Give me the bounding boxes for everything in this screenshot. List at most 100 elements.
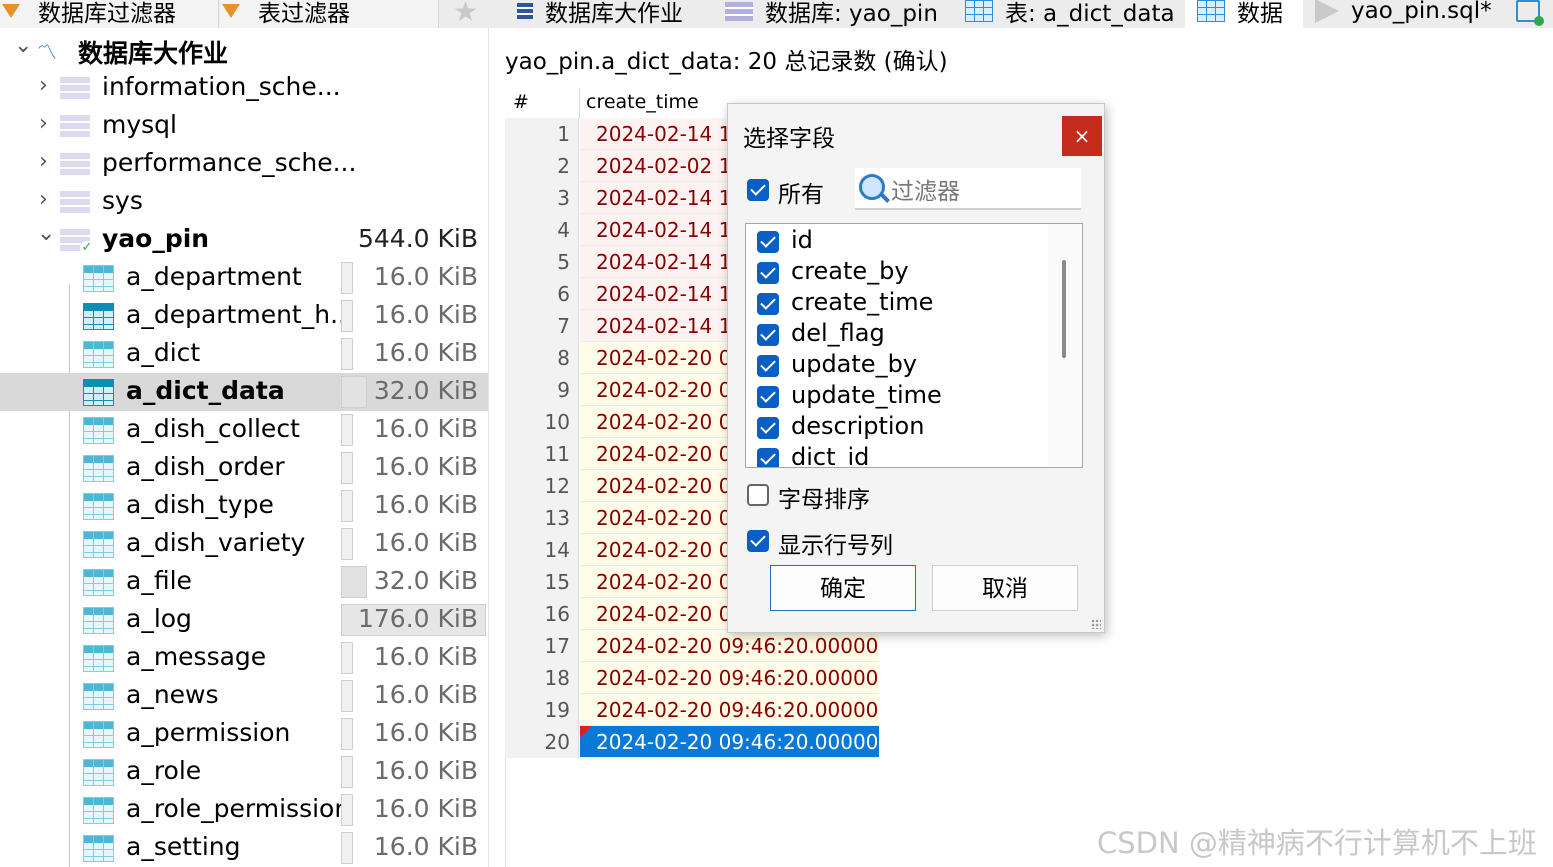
- field-checkbox[interactable]: [757, 324, 779, 346]
- field-checkbox[interactable]: [757, 293, 779, 315]
- tree-table-item[interactable]: a_department_h... 16.0 KiB: [0, 297, 488, 335]
- alpha-sort-checkbox[interactable]: [747, 484, 769, 506]
- tab-table-filter[interactable]: 表过滤器: [220, 0, 439, 28]
- field-item[interactable]: update_by: [746, 350, 1046, 382]
- tab-db-filter[interactable]: 数据库过滤器: [0, 0, 219, 28]
- row-number[interactable]: 18: [505, 662, 579, 694]
- tree-table-item[interactable]: a_message 16.0 KiB: [0, 639, 488, 677]
- tree-table-item[interactable]: a_file 32.0 KiB: [0, 563, 488, 601]
- table-size: 16.0 KiB: [373, 490, 478, 519]
- cell-create-time[interactable]: 2024-02-20 09:46:20.000000: [580, 694, 879, 726]
- tree-db-mysql[interactable]: › mysql: [0, 107, 488, 145]
- watermark: CSDN @精神病不行计算机不上班: [1097, 826, 1537, 860]
- tree-db-yao-pin[interactable]: ⌄ ✓ yao_pin 544.0 KiB: [0, 221, 488, 259]
- row-number[interactable]: 15: [505, 566, 579, 598]
- chevron-down-icon[interactable]: ⌄: [14, 33, 32, 58]
- show-rownum-checkbox[interactable]: [747, 530, 769, 552]
- field-item[interactable]: update_time: [746, 381, 1046, 413]
- tree-table-item[interactable]: a_dish_order 16.0 KiB: [0, 449, 488, 487]
- all-checkbox[interactable]: [747, 179, 769, 201]
- scrollbar-thumb[interactable]: [1062, 260, 1066, 358]
- chevron-right-icon[interactable]: ›: [39, 111, 48, 136]
- row-number[interactable]: 20: [505, 726, 579, 758]
- chevron-right-icon[interactable]: ›: [39, 73, 48, 98]
- row-number[interactable]: 1: [505, 118, 579, 150]
- favorites-button[interactable]: ★: [440, 0, 496, 28]
- ok-button[interactable]: 确定: [770, 565, 916, 611]
- row-number[interactable]: 12: [505, 470, 579, 502]
- column-header-rownum[interactable]: #: [513, 91, 529, 113]
- field-item[interactable]: create_time: [746, 288, 1046, 320]
- row-number[interactable]: 16: [505, 598, 579, 630]
- table-icon: [83, 835, 114, 862]
- column-separator[interactable]: [579, 88, 580, 118]
- field-checkbox[interactable]: [757, 386, 779, 408]
- tree-table-item[interactable]: a_news 16.0 KiB: [0, 677, 488, 715]
- cell-value: 2024-02-20 09:46:20.000000: [596, 666, 879, 690]
- row-number[interactable]: 3: [505, 182, 579, 214]
- tree-table-item[interactable]: a_dict 16.0 KiB: [0, 335, 488, 373]
- row-number[interactable]: 8: [505, 342, 579, 374]
- tree-table-item[interactable]: a_role_permission 16.0 KiB: [0, 791, 488, 829]
- field-checkbox[interactable]: [757, 448, 779, 467]
- row-number[interactable]: 13: [505, 502, 579, 534]
- tree-db-performance-schema[interactable]: › performance_sche...: [0, 145, 488, 183]
- tree-table-item[interactable]: a_dish_collect 16.0 KiB: [0, 411, 488, 449]
- row-number[interactable]: 7: [505, 310, 579, 342]
- field-checkbox[interactable]: [757, 262, 779, 284]
- row-number[interactable]: 9: [505, 374, 579, 406]
- field-list[interactable]: id create_by create_time del_flag update_by u…: [745, 223, 1083, 468]
- row-number[interactable]: 5: [505, 246, 579, 278]
- tree-db-sys[interactable]: › sys: [0, 183, 488, 221]
- tree-db-information-schema[interactable]: › information_sche...: [0, 69, 488, 107]
- field-item[interactable]: del_flag: [746, 319, 1046, 351]
- tab-table[interactable]: 表: a_dict_data: [953, 0, 1183, 28]
- field-checkbox[interactable]: [757, 231, 779, 253]
- tree-table-item[interactable]: a_permission 16.0 KiB: [0, 715, 488, 753]
- new-tab-button[interactable]: [1508, 0, 1553, 28]
- field-list-scrollbar[interactable]: [1048, 224, 1082, 467]
- chevron-down-icon[interactable]: ⌄: [37, 221, 55, 246]
- row-number[interactable]: 6: [505, 278, 579, 310]
- tab-project[interactable]: 数据库大作业: [503, 0, 711, 28]
- tree-root[interactable]: ⌄ 〽 数据库大作业: [0, 31, 488, 69]
- tab-database[interactable]: 数据库: yao_pin: [713, 0, 951, 28]
- field-item[interactable]: description: [746, 412, 1046, 444]
- table-row[interactable]: 19 2024-02-20 09:46:20.000000: [505, 694, 879, 726]
- cell-create-time[interactable]: 2024-02-20 09:46:20.000000: [580, 662, 879, 694]
- filter-input[interactable]: 过滤器: [855, 168, 1081, 210]
- table-row[interactable]: 17 2024-02-20 09:46:20.000000: [505, 630, 879, 662]
- cancel-button[interactable]: 取消: [932, 565, 1078, 611]
- column-header-create-time[interactable]: create_time: [586, 91, 699, 113]
- cell-create-time[interactable]: 2024-02-20 09:46:20.000000: [580, 630, 879, 662]
- row-number[interactable]: 19: [505, 694, 579, 726]
- tree-table-item[interactable]: a_setting 16.0 KiB: [0, 829, 488, 867]
- tree-table-item[interactable]: a_dict_data 32.0 KiB: [0, 373, 488, 411]
- field-checkbox[interactable]: [757, 417, 779, 439]
- tree-table-item[interactable]: a_department 16.0 KiB: [0, 259, 488, 297]
- field-label: create_time: [791, 288, 934, 316]
- row-number[interactable]: 4: [505, 214, 579, 246]
- table-row[interactable]: 18 2024-02-20 09:46:20.000000: [505, 662, 879, 694]
- tab-data[interactable]: 数据: [1185, 0, 1303, 28]
- row-number[interactable]: 11: [505, 438, 579, 470]
- row-number[interactable]: 17: [505, 630, 579, 662]
- close-button[interactable]: ×: [1062, 116, 1102, 156]
- resize-grip[interactable]: [1091, 619, 1101, 629]
- chevron-right-icon[interactable]: ›: [39, 187, 48, 212]
- table-row[interactable]: 20 2024-02-20 09:46:20.000000: [505, 726, 879, 758]
- field-item[interactable]: id: [746, 226, 1046, 258]
- chevron-right-icon[interactable]: ›: [39, 149, 48, 174]
- row-number[interactable]: 14: [505, 534, 579, 566]
- cell-create-time[interactable]: 2024-02-20 09:46:20.000000: [580, 726, 879, 758]
- tree-table-item[interactable]: a_dish_variety 16.0 KiB: [0, 525, 488, 563]
- tab-query[interactable]: yao_pin.sql*: [1305, 0, 1505, 28]
- row-number[interactable]: 10: [505, 406, 579, 438]
- tree-table-item[interactable]: a_log 176.0 KiB: [0, 601, 488, 639]
- row-number[interactable]: 2: [505, 150, 579, 182]
- field-item[interactable]: dict_id: [746, 443, 1046, 467]
- field-checkbox[interactable]: [757, 355, 779, 377]
- field-item[interactable]: create_by: [746, 257, 1046, 289]
- tree-table-item[interactable]: a_dish_type 16.0 KiB: [0, 487, 488, 525]
- tree-table-item[interactable]: a_role 16.0 KiB: [0, 753, 488, 791]
